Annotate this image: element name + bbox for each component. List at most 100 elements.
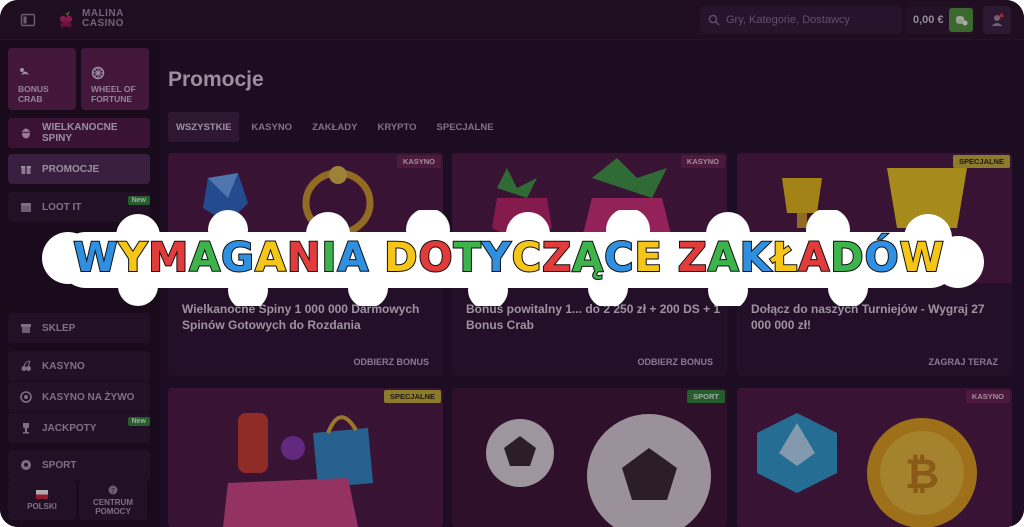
wagering-requirements-banner: WYMAGANIA DOTYCZĄCE ZAKŁADÓW [28, 210, 990, 306]
banner-letter: C [511, 234, 543, 282]
category-badge: SPECJALNE [952, 155, 1010, 168]
search-icon [708, 14, 720, 26]
wheel-icon [91, 66, 105, 80]
category-badge: KASYNO [965, 390, 1010, 403]
banner-letter: M [147, 234, 190, 282]
banner-letter: A [188, 234, 222, 282]
promo-card[interactable]: SPECJALNE [168, 388, 443, 527]
banner-letter: Y [117, 234, 149, 282]
banner-letter: N [286, 234, 322, 282]
banner-letter: Ą [571, 234, 605, 282]
promo-image: ₿ [737, 388, 1012, 527]
category-badge: KASYNO [396, 155, 441, 168]
banner-letter: Y [481, 234, 512, 282]
promo-image [452, 388, 727, 527]
claim-bonus-link[interactable]: ODBIERZ BONUS [353, 357, 429, 367]
raspberry-logo-icon [59, 11, 73, 28]
sidebar-item-label: PROMOCJE [42, 163, 100, 175]
svg-text:₿: ₿ [905, 449, 939, 498]
trophy-icon [23, 423, 29, 434]
banner-letter [663, 235, 678, 281]
play-now-link[interactable]: ZAGRAJ TERAZ [929, 357, 999, 367]
banner-letter: K [739, 234, 772, 282]
search-input[interactable] [726, 14, 896, 26]
flag-pl-icon [36, 489, 48, 499]
sidebar-item-wielkanocne-spiny[interactable]: WIELKANOCNE SPINY [8, 118, 150, 148]
banner-letter: W [899, 234, 945, 282]
banner-letter: G [220, 234, 256, 282]
language-button[interactable]: POLSKI [8, 480, 76, 520]
banner-letter: Ł [771, 234, 799, 282]
gift-icon [21, 166, 31, 174]
banner-letter: Ó [864, 234, 900, 282]
category-badge: KASYNO [680, 155, 725, 168]
sidebar-item-kasyno[interactable]: KASYNO [8, 351, 150, 381]
footballs-illustration-icon [486, 414, 711, 527]
promo-image [168, 388, 443, 527]
banner-letter: D [383, 234, 419, 282]
ball-icon [21, 460, 31, 470]
help-center-button[interactable]: ? CENTRUM POMOCY [79, 480, 147, 520]
sidebar-item-label: KASYNO NA ŻYWO [42, 391, 135, 403]
new-badge: New [127, 417, 150, 426]
wagering-requirements-text: WYMAGANIA DOTYCZĄCE ZAKŁADÓW [28, 210, 990, 306]
banner-letter: T [452, 234, 482, 282]
user-menu-button[interactable] [983, 6, 1011, 34]
new-badge: New [127, 196, 150, 205]
crypto-coins-illustration-icon: ₿ [757, 413, 977, 527]
category-badge: SPORT [687, 390, 725, 403]
tile-label: WHEEL OF FORTUNE [91, 84, 136, 104]
tile-label: BONUS CRAB [18, 84, 49, 104]
deposit-button[interactable] [949, 8, 973, 32]
promo-card[interactable]: ₿ KASYNO [737, 388, 1012, 527]
sidebar-item-label: WIELKANOCNE SPINY [42, 122, 118, 144]
tab-specjalne[interactable]: SPECJALNE [429, 112, 502, 142]
claim-bonus-link[interactable]: ODBIERZ BONUS [637, 357, 713, 367]
sidebar-item-label: SKLEP [42, 322, 76, 334]
chip-icon [20, 391, 32, 403]
promo-card[interactable]: SPORT [452, 388, 727, 527]
user-icon [991, 13, 1004, 26]
category-badge: SPECJALNE [383, 390, 441, 403]
sidebar-item-jackpoty[interactable]: JACKPOTY New [8, 413, 150, 443]
banner-letter: W [72, 234, 119, 282]
tile-bonus-crab[interactable]: BONUS CRAB [8, 48, 76, 110]
wallet[interactable]: 0,00 € [907, 6, 975, 34]
search-bar[interactable] [700, 6, 902, 34]
banner-letter: A [707, 234, 740, 282]
page-title: Promocje [168, 68, 264, 91]
banner-letter: I [320, 234, 338, 282]
tab-kasyno[interactable]: KASYNO [243, 112, 300, 142]
brand-line2: CASINO [82, 18, 124, 29]
brand-logo[interactable]: MALINA CASINO [56, 8, 124, 30]
sidebar-item-sklep[interactable]: SKLEP [8, 313, 150, 343]
top-bar: MALINA CASINO 0,00 € [0, 0, 1024, 40]
promo-tabs: WSZYSTKIE KASYNO ZAKŁADY KRYPTO SPECJALN… [168, 112, 502, 142]
banner-letter: Z [541, 234, 573, 282]
tab-wszystkie[interactable]: WSZYSTKIE [168, 112, 240, 142]
banner-letter: A [797, 234, 831, 282]
sidebar-item-kasyno-na-zywo[interactable]: KASYNO NA ŻYWO [8, 382, 150, 412]
sidebar-item-label: JACKPOTY [42, 422, 97, 434]
banner-letter: C [603, 234, 635, 282]
banner-letter: Z [677, 234, 708, 282]
egg-icon [22, 128, 30, 139]
help-icon: ? [108, 485, 118, 495]
banner-letter [369, 235, 384, 281]
language-label: POLSKI [27, 501, 57, 511]
sidebar-toggle-icon[interactable] [20, 12, 36, 28]
help-center-label: CENTRUM POMOCY [93, 497, 133, 516]
svg-text:?: ? [111, 487, 115, 495]
app-window: MALINA CASINO 0,00 € BONUS CRAB WHEEL OF… [0, 0, 1024, 527]
sidebar-item-promocje[interactable]: PROMOCJE [8, 154, 150, 184]
banner-letter: D [829, 234, 865, 282]
coins-icon [956, 16, 968, 26]
sidebar-item-label: SPORT [42, 459, 77, 471]
banner-letter: A [254, 234, 287, 282]
tile-wheel-of-fortune[interactable]: WHEEL OF FORTUNE [81, 48, 149, 110]
tab-zaklady[interactable]: ZAKŁADY [304, 112, 365, 142]
shop-icon [21, 324, 31, 333]
sidebar-item-sport[interactable]: SPORT [8, 450, 150, 480]
banner-letter: O [417, 234, 454, 282]
tab-krypto[interactable]: KRYPTO [369, 112, 424, 142]
